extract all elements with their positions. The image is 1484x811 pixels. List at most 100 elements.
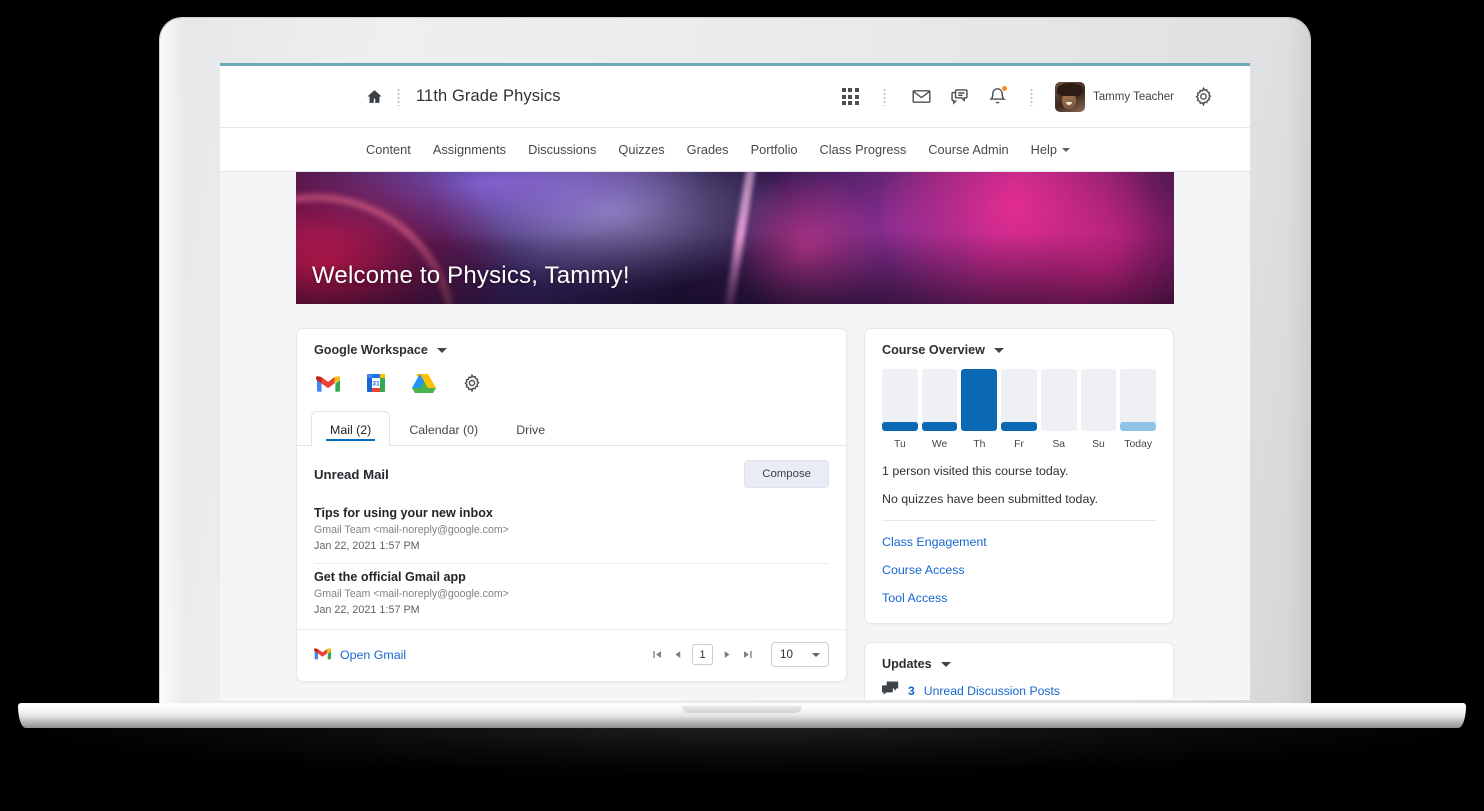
drag-handle-dots <box>397 87 400 106</box>
google-workspace-widget: Google Workspace 31 Mail (2) Calendar (0… <box>296 328 847 682</box>
tab-mail[interactable]: Mail (2) <box>311 411 391 447</box>
laptop-mockup: 11th Grade Physics Tammy Teacher Content… <box>0 0 1484 811</box>
unread-mail-title: Unread Mail <box>314 466 389 482</box>
nav-item-portfolio[interactable]: Portfolio <box>740 142 809 157</box>
gear-icon[interactable] <box>459 370 485 396</box>
page-size-value: 10 <box>780 648 793 661</box>
tab-calendar[interactable]: Calendar (0) <box>390 411 497 446</box>
bar-fill <box>1120 421 1157 431</box>
header-right: Tammy Teacher <box>831 78 1222 116</box>
nav-item-class-progress[interactable]: Class Progress <box>809 142 918 157</box>
google-apps-row: 31 <box>297 365 846 410</box>
tab-drive[interactable]: Drive <box>497 411 564 446</box>
home-icon[interactable] <box>366 88 383 105</box>
chart-bar-th[interactable] <box>961 369 998 431</box>
visits-today-text: 1 person visited this course today. <box>882 464 1069 478</box>
bar-track <box>882 369 918 431</box>
banner-streak-decoration <box>720 172 759 304</box>
mail-list: Tips for using your new inbox Gmail Team… <box>297 500 846 627</box>
discussion-posts-icon <box>882 681 899 699</box>
browser-screen: 11th Grade Physics Tammy Teacher Content… <box>220 63 1250 700</box>
link-class-engagement[interactable]: Class Engagement <box>882 535 1156 549</box>
header-left: 11th Grade Physics <box>220 87 561 106</box>
avatar-hair <box>1057 82 1084 96</box>
mail-footer: Open Gmail 1 10 <box>297 629 846 681</box>
mail-subject: Get the official Gmail app <box>314 570 466 584</box>
last-page-icon[interactable] <box>742 649 753 660</box>
bell-icon[interactable] <box>978 78 1016 116</box>
page-body: Welcome to Physics, Tammy! Google Worksp… <box>220 172 1250 699</box>
chart-label-su: Su <box>1092 439 1105 450</box>
user-name[interactable]: Tammy Teacher <box>1093 91 1174 103</box>
chevron-down-icon[interactable] <box>436 347 447 353</box>
bar-track <box>1001 369 1037 431</box>
laptop-notch <box>682 706 802 713</box>
bar-track <box>1120 369 1157 431</box>
open-gmail-link[interactable]: Open Gmail <box>314 647 406 663</box>
nav-item-quizzes[interactable]: Quizzes <box>607 142 675 157</box>
mail-list-item[interactable]: Tips for using your new inbox Gmail Team… <box>314 500 829 564</box>
chart-bars <box>882 369 1157 431</box>
next-page-icon[interactable] <box>723 649 732 660</box>
chart-label-fr: Fr <box>1014 439 1024 450</box>
course-activity-chart <box>865 365 1173 433</box>
chart-bar-fr[interactable] <box>1001 369 1037 431</box>
course-overview-title: Course Overview <box>882 343 985 357</box>
course-overview-links: Class Engagement Course Access Tool Acce… <box>865 521 1173 623</box>
page-size-select[interactable]: 10 <box>771 642 829 667</box>
banner-title: Welcome to Physics, Tammy! <box>312 262 630 289</box>
mail-date: Jan 22, 2021 1:57 PM <box>314 540 420 552</box>
course-overview-header: Course Overview <box>865 329 1173 365</box>
nav-item-help[interactable]: Help <box>1020 142 1081 157</box>
envelope-icon[interactable] <box>902 78 940 116</box>
notification-badge <box>1001 84 1009 92</box>
unread-posts-link[interactable]: Unread Discussion Posts <box>924 684 1060 698</box>
course-overview-stats: 1 person visited this course today. No q… <box>865 450 1173 506</box>
laptop-lid: 11th Grade Physics Tammy Teacher Content… <box>160 18 1310 710</box>
first-page-icon[interactable] <box>652 649 663 660</box>
nav-item-content[interactable]: Content <box>366 142 422 157</box>
right-column: Course Overview Tu We Th Fr Sa Su Today 1 pers… <box>864 328 1174 699</box>
chevron-down-icon[interactable] <box>993 347 1004 353</box>
mail-subject: Tips for using your new inbox <box>314 506 493 520</box>
mail-list-item[interactable]: Get the official Gmail app Gmail Team <m… <box>314 564 829 627</box>
chevron-down-icon <box>1062 147 1070 152</box>
mail-pager: 1 10 <box>652 642 829 667</box>
nav-item-grades[interactable]: Grades <box>676 142 740 157</box>
compose-button[interactable]: Compose <box>744 460 829 488</box>
gear-icon[interactable] <box>1184 78 1222 116</box>
nav-item-discussions[interactable]: Discussions <box>517 142 607 157</box>
current-page-number[interactable]: 1 <box>692 644 713 665</box>
chart-bar-su[interactable] <box>1080 369 1117 431</box>
apps-grid-icon[interactable] <box>831 78 869 116</box>
chart-label-we: We <box>931 439 948 450</box>
chart-bar-sa[interactable] <box>1040 369 1077 431</box>
avatar-smile <box>1066 101 1073 105</box>
link-course-access[interactable]: Course Access <box>882 563 1156 577</box>
chart-bar-we[interactable] <box>921 369 958 431</box>
gmail-icon[interactable] <box>315 370 341 396</box>
chart-bar-tu[interactable] <box>882 369 918 431</box>
mail-date: Jan 22, 2021 1:57 PM <box>314 604 420 616</box>
header-divider-dots <box>883 87 887 106</box>
gmail-icon <box>314 647 331 663</box>
nav-item-assignments[interactable]: Assignments <box>422 142 517 157</box>
quizzes-today-text: No quizzes have been submitted today. <box>882 492 1099 506</box>
chat-bubbles-icon[interactable] <box>940 78 978 116</box>
google-calendar-icon[interactable]: 31 <box>363 370 389 396</box>
waffle-grid <box>841 88 859 105</box>
bar-track <box>961 369 998 431</box>
previous-page-icon[interactable] <box>673 649 682 660</box>
chevron-down-icon[interactable] <box>940 661 951 667</box>
updates-row[interactable]: 3 Unread Discussion Posts <box>865 679 1173 699</box>
avatar[interactable] <box>1055 81 1086 112</box>
link-tool-access[interactable]: Tool Access <box>882 591 1156 605</box>
widgets-container: Google Workspace 31 Mail (2) Calendar (0… <box>296 328 1174 699</box>
course-navbar: Content Assignments Discussions Quizzes … <box>220 128 1250 172</box>
nav-item-help-label: Help <box>1030 142 1057 157</box>
chart-bar-today[interactable] <box>1120 369 1157 431</box>
google-workspace-tabs: Mail (2) Calendar (0) Drive <box>297 410 846 447</box>
google-drive-icon[interactable] <box>411 370 437 396</box>
nav-item-course-admin[interactable]: Course Admin <box>917 142 1019 157</box>
page-title: 11th Grade Physics <box>416 87 561 105</box>
